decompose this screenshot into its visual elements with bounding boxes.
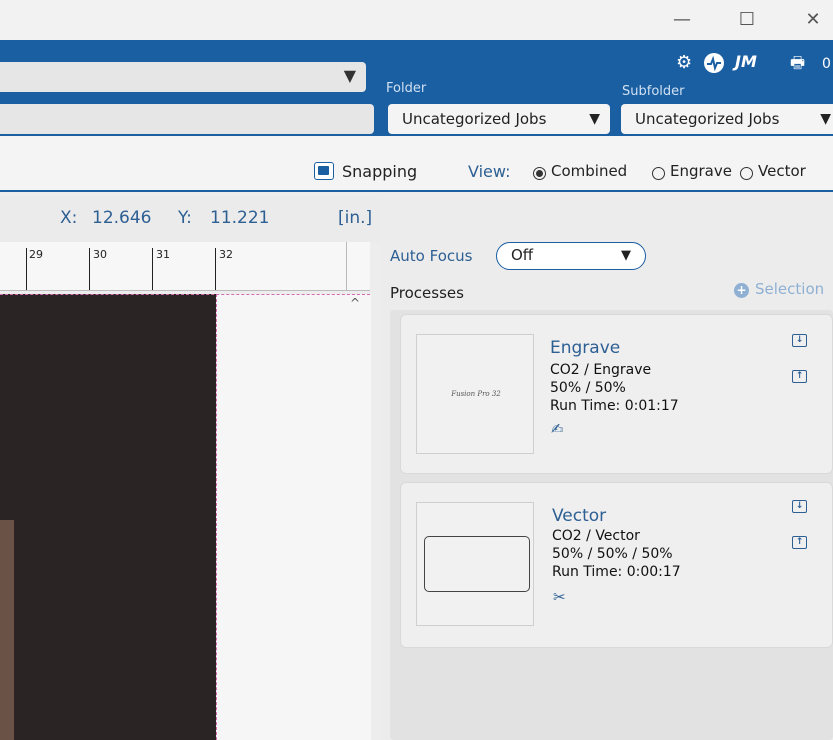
radio-selected-icon	[533, 167, 546, 180]
checkbox-check-icon	[318, 166, 329, 175]
subfolder-label: Subfolder	[622, 84, 685, 99]
autofocus-label: Auto Focus	[390, 247, 473, 265]
import-icon[interactable]: ↓	[792, 500, 807, 513]
units-label: [in.]	[338, 208, 373, 228]
job-count: 0	[822, 56, 831, 72]
view-engrave-label[interactable]: Engrave	[670, 162, 732, 180]
process-settings: 50% / 50%	[550, 380, 626, 396]
horizontal-ruler: 29 30 31 32	[0, 242, 370, 291]
export-icon[interactable]: ↑	[792, 536, 807, 549]
dropdown-arrow-icon: ▼	[621, 248, 631, 263]
ruler-tick-label: 31	[156, 248, 170, 261]
import-icon[interactable]: ↓	[792, 334, 807, 347]
engrave-icon: ✍	[551, 420, 564, 438]
view-label: View:	[468, 162, 511, 181]
process-run-time: Run Time: 0:01:17	[550, 398, 679, 414]
maximize-button[interactable]: ☐	[727, 6, 767, 34]
radio-icon	[652, 167, 665, 180]
dropdown-arrow-icon: ▼	[820, 111, 831, 127]
ruler-divider	[346, 242, 347, 290]
close-button[interactable]: ✕	[793, 6, 833, 34]
y-label: Y:	[178, 208, 192, 228]
window-titlebar	[0, 0, 833, 40]
engrave-thumbnail-text: Fusion Pro 32	[451, 390, 501, 398]
process-run-time: Run Time: 0:00:17	[552, 564, 681, 580]
ruler-tick	[26, 248, 27, 290]
pulse-icon[interactable]	[704, 53, 724, 73]
canvas-boundary	[0, 294, 370, 295]
ruler-tick-label: 30	[93, 248, 107, 261]
scroll-up-arrow-icon[interactable]: ^	[350, 296, 360, 310]
snapping-checkbox[interactable]	[314, 162, 334, 180]
dropdown-arrow-icon: ▼	[589, 111, 600, 127]
subfolder-dropdown[interactable]: Uncategorized Jobs ▼	[621, 104, 833, 134]
ruler-tick-label: 32	[219, 248, 233, 261]
add-selection-button[interactable]: + Selection	[734, 280, 824, 298]
x-label: X:	[60, 208, 78, 228]
subfolder-value: Uncategorized Jobs	[635, 110, 780, 128]
job-name-input[interactable]	[0, 104, 374, 134]
ruler-tick	[152, 248, 153, 290]
folder-label: Folder	[386, 81, 427, 96]
view-combined-label[interactable]: Combined	[551, 162, 627, 180]
dropdown-arrow-icon: ▼	[343, 66, 356, 85]
process-type: CO2 / Engrave	[550, 362, 652, 378]
processes-label: Processes	[390, 284, 464, 302]
printer-icon[interactable]: 🖶	[790, 52, 805, 79]
view-vector-label[interactable]: Vector	[758, 162, 806, 180]
process-name: Vector	[552, 506, 607, 526]
folder-value: Uncategorized Jobs	[402, 110, 547, 128]
vector-shape-preview	[424, 536, 530, 592]
y-value: 11.221	[210, 208, 270, 228]
view-combined-radio[interactable]	[533, 165, 546, 184]
canvas-workspace[interactable]	[216, 294, 371, 740]
export-icon[interactable]: ↑	[792, 370, 807, 383]
process-type: CO2 / Vector	[552, 528, 640, 544]
user-initials[interactable]: JM	[735, 52, 757, 71]
radio-icon	[740, 167, 753, 180]
autofocus-value: Off	[511, 246, 534, 264]
snapping-label: Snapping	[342, 162, 418, 181]
canvas-image-edge	[0, 520, 14, 740]
minimize-button[interactable]: —	[662, 6, 702, 34]
design-canvas[interactable]	[0, 294, 216, 740]
x-value: 12.646	[92, 208, 152, 228]
job-select[interactable]: ▼	[0, 62, 366, 92]
plus-icon: +	[734, 283, 749, 298]
process-settings: 50% / 50% / 50%	[552, 546, 673, 562]
ruler-tick	[89, 248, 90, 290]
selection-label: Selection	[755, 280, 825, 298]
scissors-icon: ✂	[553, 588, 566, 606]
process-name: Engrave	[550, 338, 621, 358]
view-engrave-radio[interactable]	[652, 165, 665, 184]
ruler-tick	[215, 248, 216, 290]
folder-dropdown[interactable]: Uncategorized Jobs ▼	[388, 104, 610, 134]
gear-icon[interactable]: ⚙	[676, 52, 692, 73]
ruler-tick-label: 29	[29, 248, 43, 261]
view-vector-radio[interactable]	[740, 165, 753, 184]
autofocus-select[interactable]: Off ▼	[496, 242, 646, 270]
